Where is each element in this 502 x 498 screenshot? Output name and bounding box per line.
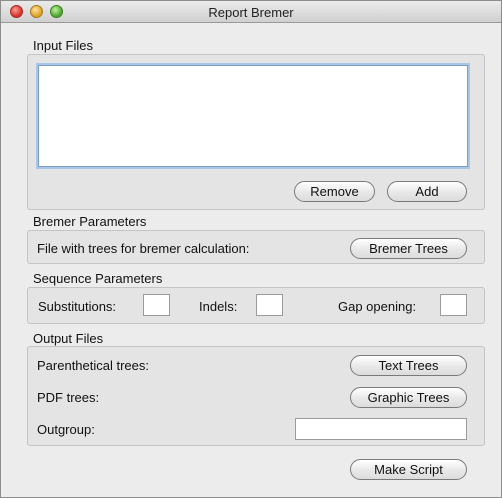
input-files-list[interactable] (38, 65, 468, 167)
substitutions-label: Substitutions: (38, 299, 117, 314)
parenthetical-trees-label: Parenthetical trees: (37, 358, 150, 373)
bremer-trees-button[interactable]: Bremer Trees (350, 238, 467, 259)
report-bremer-window: Report Bremer Input Files Remove Add Bre… (0, 0, 502, 498)
text-trees-button[interactable]: Text Trees (350, 355, 467, 376)
outgroup-input[interactable] (295, 418, 467, 440)
indels-input[interactable] (256, 294, 283, 316)
title-bar[interactable]: Report Bremer (1, 1, 501, 23)
make-script-button[interactable]: Make Script (350, 459, 467, 480)
add-button[interactable]: Add (387, 181, 467, 202)
input-files-label: Input Files (33, 38, 93, 53)
outgroup-label: Outgroup: (37, 422, 95, 437)
gap-opening-input[interactable] (440, 294, 467, 316)
bremer-parameters-label: Bremer Parameters (33, 214, 147, 229)
output-files-label: Output Files (33, 331, 104, 346)
window-title: Report Bremer (208, 5, 294, 20)
graphic-trees-button[interactable]: Graphic Trees (350, 387, 467, 408)
gap-opening-label: Gap opening: (338, 299, 417, 314)
pdf-trees-label: PDF trees: (37, 390, 100, 405)
remove-button[interactable]: Remove (294, 181, 375, 202)
bremer-file-label: File with trees for bremer calculation: (37, 241, 250, 256)
substitutions-input[interactable] (143, 294, 170, 316)
indels-label: Indels: (199, 299, 238, 314)
sequence-parameters-label: Sequence Parameters (33, 271, 163, 286)
